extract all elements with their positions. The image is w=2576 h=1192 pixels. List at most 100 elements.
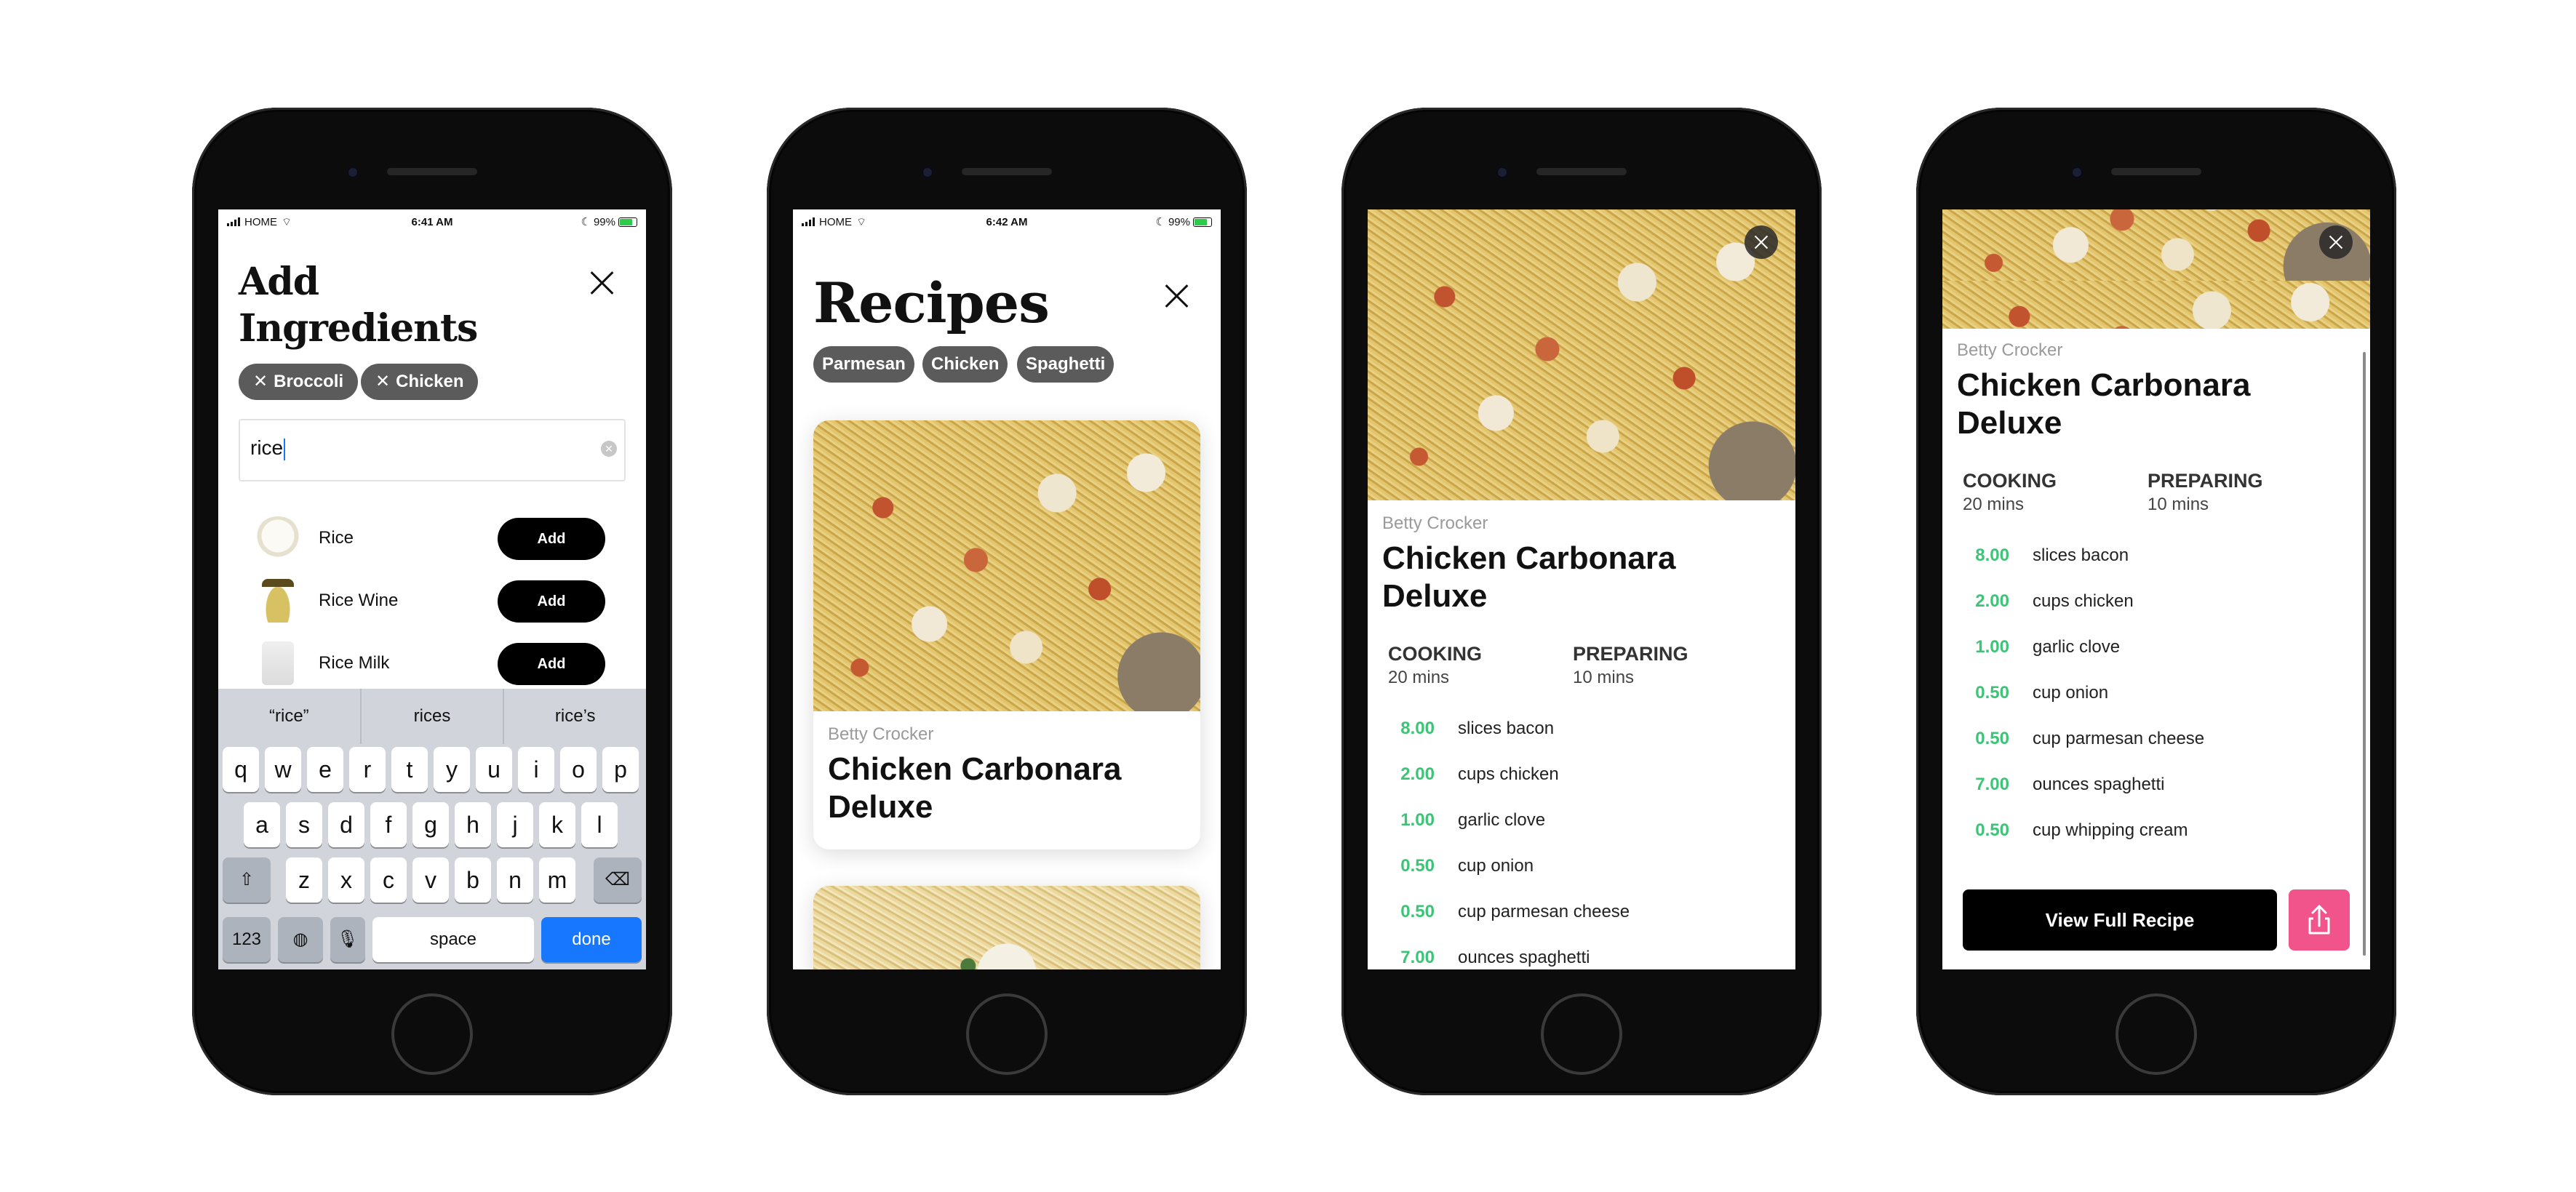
selected-chip-broccoli[interactable]: ✕ Broccoli	[239, 364, 359, 400]
suggestion-item[interactable]: “rice”	[218, 689, 362, 744]
selected-chip-chicken[interactable]: ✕ Chicken	[361, 364, 479, 400]
ingredient-row: 0.50 cup onion	[1368, 856, 1795, 885]
microphone-icon[interactable]: 🎙	[330, 917, 365, 962]
battery-percent: 99%	[1168, 215, 1190, 228]
letter-key[interactable]: e	[307, 747, 343, 792]
letter-key[interactable]: i	[518, 747, 554, 792]
ingredient-row: 0.50 cup whipping cream	[1942, 820, 2370, 849]
page-title: Add Ingredients	[239, 259, 478, 352]
recipe-title: Chicken Carbonara Deluxe	[1382, 540, 1676, 614]
filter-chip-spaghetti[interactable]: Spaghetti	[1017, 346, 1114, 383]
letter-key[interactable]: o	[560, 747, 597, 792]
moon-icon: ☾	[1155, 216, 1165, 228]
letter-key[interactable]: a	[244, 802, 280, 847]
ingredient-amount: 0.50	[1400, 856, 1435, 876]
phone-recipes: HOME ⌔ 6:42 AM ☾ 99% Recipes Parmesan Ch…	[767, 108, 1247, 1095]
earpiece-speaker	[387, 168, 477, 175]
suggestion-item[interactable]: rices	[362, 689, 505, 744]
letter-key[interactable]: c	[370, 857, 407, 903]
home-button[interactable]	[966, 993, 1048, 1075]
home-button[interactable]	[391, 993, 473, 1075]
remove-icon[interactable]: ✕	[375, 364, 390, 400]
ingredient-name: cup onion	[2033, 683, 2109, 703]
letter-key[interactable]: d	[328, 802, 364, 847]
recipe-title: Chicken Carbonara Deluxe	[1957, 367, 2251, 441]
add-button[interactable]: Add	[498, 643, 605, 685]
letter-key[interactable]: k	[539, 802, 575, 847]
result-name: Rice Milk	[319, 653, 390, 673]
letter-key[interactable]: t	[391, 747, 428, 792]
letter-key[interactable]: w	[265, 747, 301, 792]
ingredient-amount: 8.00	[1400, 719, 1435, 738]
cooking-value: 20 mins	[1963, 495, 2025, 514]
title-line-2: Ingredients	[239, 306, 478, 351]
home-button[interactable]	[1541, 993, 1622, 1075]
result-name: Rice	[319, 528, 354, 548]
letter-key[interactable]: h	[455, 802, 491, 847]
battery-icon	[618, 217, 637, 227]
letter-key[interactable]: f	[370, 802, 407, 847]
letter-key[interactable]: x	[328, 857, 364, 903]
delete-key[interactable]: ⌫	[594, 857, 642, 903]
filter-chip-chicken[interactable]: Chicken	[922, 346, 1008, 383]
home-button[interactable]	[2116, 993, 2197, 1075]
title-line-1: Add	[239, 260, 319, 304]
close-icon[interactable]	[2319, 225, 2353, 259]
add-button[interactable]: Add	[498, 580, 605, 623]
done-key[interactable]: done	[541, 917, 642, 962]
page-title: Recipes	[813, 271, 1050, 335]
letter-key[interactable]: p	[602, 747, 639, 792]
ingredient-name: cups chicken	[1458, 764, 1559, 784]
ingredient-name: slices bacon	[2033, 545, 2129, 565]
letter-key[interactable]: v	[412, 857, 449, 903]
globe-icon[interactable]: ◍	[278, 917, 323, 962]
suggestion-bar: “rice” rices rice’s	[218, 689, 646, 744]
scrollbar[interactable]	[2363, 352, 2366, 956]
numbers-key[interactable]: 123	[223, 917, 271, 962]
shift-key[interactable]: ⇧	[223, 857, 271, 903]
close-icon[interactable]	[588, 269, 615, 297]
ingredient-row: 1.00 garlic clove	[1368, 810, 1795, 839]
preparing-label: PREPARING	[1573, 643, 1688, 665]
remove-icon[interactable]: ✕	[253, 364, 268, 400]
result-name: Rice Wine	[319, 591, 399, 610]
close-icon[interactable]	[1744, 225, 1778, 259]
status-bar: HOME ⌔ 6:42 AM ☾ 99%	[793, 209, 1221, 234]
clear-icon[interactable]: ✕	[601, 441, 617, 457]
moon-icon: ☾	[581, 216, 591, 228]
filter-chip-parmesan[interactable]: Parmesan	[813, 346, 914, 383]
letter-key[interactable]: y	[434, 747, 470, 792]
cooking-value: 20 mins	[1388, 668, 1450, 687]
phone-add-ingredients: HOME ⌔ 6:41 AM ☾ 99% Add Ingredients ✕ Br…	[192, 108, 672, 1095]
front-camera	[1496, 166, 1509, 179]
letter-key[interactable]: z	[286, 857, 322, 903]
rice-milk-glass-image	[262, 641, 294, 685]
letter-key[interactable]: u	[476, 747, 512, 792]
letter-key[interactable]: r	[349, 747, 386, 792]
phone-recipe-detail-scrolled: Betty Crocker Chicken Carbonara Deluxe C…	[1916, 108, 2396, 1095]
recipe-card[interactable]: Betty Crocker Chicken Carbonara Deluxe	[813, 420, 1200, 849]
letter-key[interactable]: b	[455, 857, 491, 903]
suggestion-item[interactable]: rice’s	[504, 689, 646, 744]
add-button[interactable]: Add	[498, 518, 605, 560]
close-icon[interactable]	[1163, 282, 1190, 310]
letter-key[interactable]: n	[497, 857, 533, 903]
earpiece-speaker	[1536, 168, 1627, 175]
ingredient-amount: 2.00	[1975, 591, 2009, 611]
letter-key[interactable]: g	[412, 802, 449, 847]
recipe-author: Betty Crocker	[828, 724, 934, 744]
letter-key[interactable]: m	[539, 857, 575, 903]
recipe-card[interactable]	[813, 886, 1200, 969]
ingredient-row: 1.00 garlic clove	[1942, 637, 2370, 666]
letter-key[interactable]: s	[286, 802, 322, 847]
space-key[interactable]: space	[372, 917, 534, 962]
result-row-rice-wine: Rice Wine Add	[255, 577, 626, 624]
share-button[interactable]	[2289, 889, 2350, 951]
letter-key[interactable]: j	[497, 802, 533, 847]
letter-key[interactable]: q	[223, 747, 259, 792]
view-full-recipe-button[interactable]: View Full Recipe	[1963, 889, 2277, 951]
letter-key[interactable]: l	[581, 802, 618, 847]
ingredient-amount: 7.00	[1975, 775, 2009, 794]
search-input[interactable]: rice ✕	[239, 419, 626, 481]
recipe-hero-image	[1368, 209, 1795, 500]
